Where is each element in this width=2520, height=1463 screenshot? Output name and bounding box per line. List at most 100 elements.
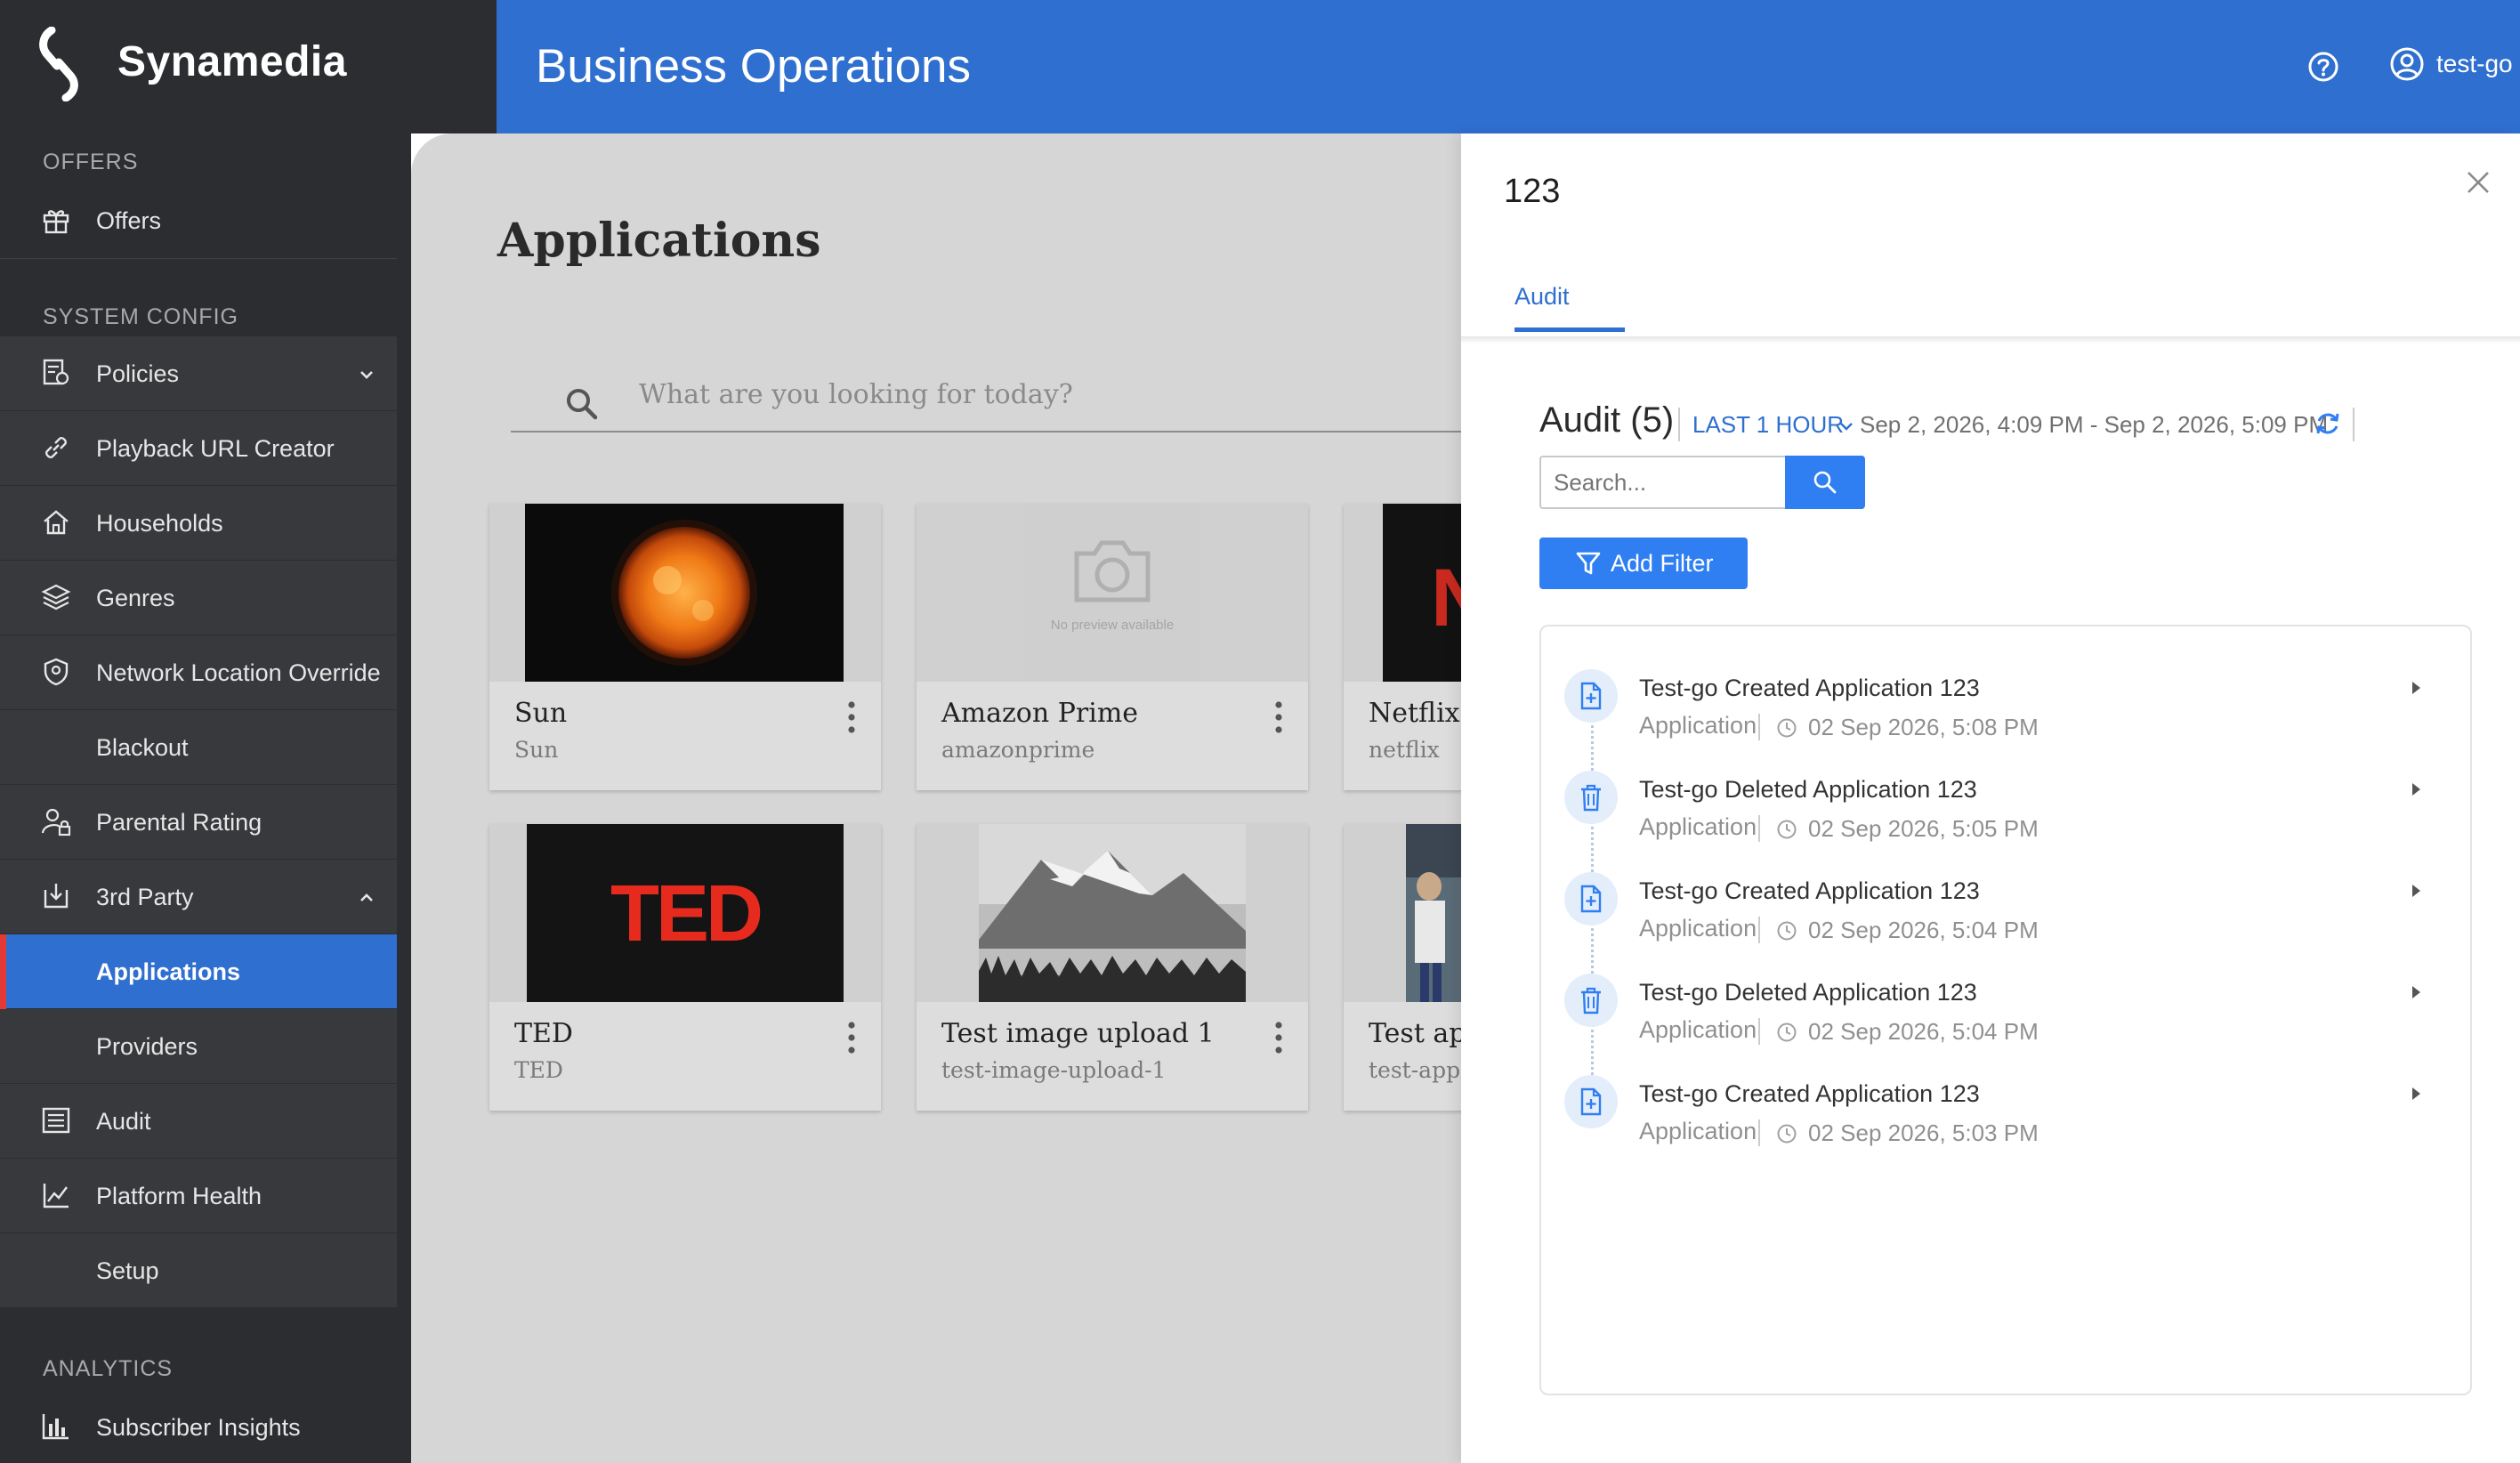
divider	[1758, 714, 1760, 740]
event-category: Application	[1639, 813, 1757, 840]
sidebar-item-network-location-override[interactable]: Network Location Override	[0, 635, 397, 710]
clock-icon	[1777, 1022, 1797, 1042]
event-time: 02 Sep 2026, 5:08 PM	[1808, 714, 2039, 740]
event-category: Application	[1639, 1118, 1757, 1144]
event-time: 02 Sep 2026, 5:03 PM	[1808, 1119, 2039, 1146]
divider	[1758, 815, 1760, 842]
search-placeholder[interactable]: What are you looking for today?	[639, 379, 1073, 410]
sidebar: OFFERS Offers SYSTEM CONFIG Policies Pla…	[0, 133, 411, 1463]
sidebar-item-label: Audit	[96, 1108, 151, 1135]
add-filter-label: Add Filter	[1611, 550, 1714, 577]
sidebar-item-policies[interactable]: Policies	[0, 336, 397, 411]
sidebar-item-label: Playback URL Creator	[96, 435, 335, 462]
audit-heading: Audit (5)	[1539, 400, 1675, 440]
sidebar-item-setup[interactable]: Setup	[0, 1233, 397, 1308]
file-plus-icon	[1580, 885, 1602, 913]
tab-audit[interactable]: Audit	[1514, 283, 1570, 311]
card-thumbnail: TED	[489, 824, 881, 1002]
chevron-up-icon	[360, 893, 373, 901]
sidebar-item-subscriber-insights[interactable]: Subscriber Insights	[0, 1390, 397, 1463]
shield-icon	[44, 658, 69, 686]
event-category: Application	[1639, 712, 1757, 739]
event-time: 02 Sep 2026, 5:04 PM	[1808, 1018, 2039, 1045]
user-circle-icon[interactable]	[2389, 46, 2425, 82]
caret-right-icon[interactable]	[2410, 781, 2422, 797]
sidebar-item-applications[interactable]: Applications	[0, 934, 397, 1009]
clock-icon	[1777, 718, 1797, 738]
more-vertical-icon[interactable]	[845, 699, 858, 735]
event-description: Test-go Deleted Application 123	[1639, 979, 1977, 1006]
file-plus-icon	[1580, 1087, 1602, 1116]
more-vertical-icon[interactable]	[845, 1020, 858, 1055]
refresh-icon[interactable]	[2314, 409, 2342, 438]
sidebar-item-offers[interactable]: Offers	[0, 183, 397, 258]
search-icon	[1813, 471, 1837, 494]
sidebar-item-blackout[interactable]: Blackout	[0, 710, 397, 785]
sidebar-item-playback-url-creator[interactable]: Playback URL Creator	[0, 411, 397, 486]
divider	[1758, 1018, 1760, 1045]
application-card-sun[interactable]: Sun Sun	[489, 504, 881, 790]
card-title: TED	[514, 1018, 573, 1049]
audit-timeline: Test-go Created Application 123 Applicat…	[1539, 625, 2472, 1395]
audit-event[interactable]: Test-go Created Application 123 Applicat…	[1541, 650, 2472, 751]
section-offers: OFFERS	[43, 150, 139, 174]
chevron-down-icon[interactable]	[1838, 418, 1854, 434]
sidebar-item-audit[interactable]: Audit	[0, 1084, 397, 1159]
top-bar: Synamedia Business Operations test-go	[0, 0, 2520, 133]
add-filter-button[interactable]: Add Filter	[1539, 538, 1748, 589]
line-chart-icon	[43, 1184, 69, 1208]
ted-logo-text: TED	[610, 869, 763, 958]
caret-right-icon[interactable]	[2410, 984, 2422, 1000]
application-card-amazon-prime[interactable]: No preview available Amazon Prime amazon…	[917, 504, 1308, 790]
sidebar-item-label: Parental Rating	[96, 809, 262, 836]
sidebar-item-households[interactable]: Households	[0, 486, 397, 561]
card-title: Amazon Prime	[941, 698, 1139, 729]
more-vertical-icon[interactable]	[1272, 1020, 1285, 1055]
application-card-test-image-upload[interactable]: Test image upload 1 test-image-upload-1	[917, 824, 1308, 1111]
page-title: Applications	[497, 214, 821, 268]
more-vertical-icon[interactable]	[1272, 699, 1285, 735]
sidebar-item-genres[interactable]: Genres	[0, 561, 397, 635]
event-description: Test-go Created Application 123	[1639, 675, 1980, 701]
card-subtitle: Sun	[514, 737, 559, 763]
camera-icon	[1074, 540, 1151, 602]
clock-icon	[1777, 1124, 1797, 1144]
audit-drawer: 123 Audit Audit (5) LAST 1 HOUR Sep 2, 2…	[1461, 133, 2520, 1463]
caret-right-icon[interactable]	[2410, 883, 2422, 899]
section-analytics: ANALYTICS	[43, 1356, 174, 1381]
no-preview-text: No preview available	[1050, 618, 1175, 633]
user-menu[interactable]: test-go	[2436, 50, 2513, 78]
sidebar-item-label: Subscriber Insights	[96, 1414, 301, 1441]
sidebar-item-label: Policies	[96, 360, 180, 387]
user-lock-icon	[41, 808, 71, 837]
active-tab-indicator	[1514, 327, 1625, 332]
sidebar-item-label: Providers	[96, 1033, 198, 1060]
sidebar-item-3rd-party[interactable]: 3rd Party	[0, 860, 397, 934]
sidebar-item-providers[interactable]: Providers	[0, 1009, 397, 1084]
help-circle-icon[interactable]	[2306, 50, 2340, 84]
divider	[2353, 408, 2354, 441]
sidebar-item-parental-rating[interactable]: Parental Rating	[0, 785, 397, 860]
synamedia-logo-icon	[39, 27, 78, 101]
event-icon-badge	[1564, 872, 1618, 925]
audit-event[interactable]: Test-go Created Application 123 Applicat…	[1541, 1055, 2472, 1157]
sidebar-item-platform-health[interactable]: Platform Health	[0, 1159, 397, 1233]
audit-event[interactable]: Test-go Deleted Application 123 Applicat…	[1541, 954, 2472, 1055]
card-subtitle: amazonprime	[941, 737, 1095, 763]
caret-right-icon[interactable]	[2410, 1086, 2422, 1102]
close-icon[interactable]	[2465, 169, 2492, 196]
time-range-text: Sep 2, 2026, 4:09 PM - Sep 2, 2026, 5:09…	[1860, 411, 2329, 438]
section-system-config: SYSTEM CONFIG	[43, 304, 238, 329]
audit-event[interactable]: Test-go Created Application 123 Applicat…	[1541, 853, 2472, 954]
time-range-dropdown[interactable]: LAST 1 HOUR	[1692, 411, 1844, 439]
sidebar-item-label: Platform Health	[96, 1183, 262, 1209]
clock-icon	[1777, 820, 1797, 839]
application-card-ted[interactable]: TED TED TED	[489, 824, 881, 1111]
caret-right-icon[interactable]	[2410, 680, 2422, 696]
event-description: Test-go Created Application 123	[1639, 877, 1980, 904]
audit-event[interactable]: Test-go Deleted Application 123 Applicat…	[1541, 751, 2472, 853]
list-icon	[42, 1107, 70, 1134]
sidebar-item-label: Setup	[96, 1257, 159, 1284]
mountain-image	[979, 824, 1246, 1002]
audit-search-button[interactable]	[1785, 456, 1865, 509]
